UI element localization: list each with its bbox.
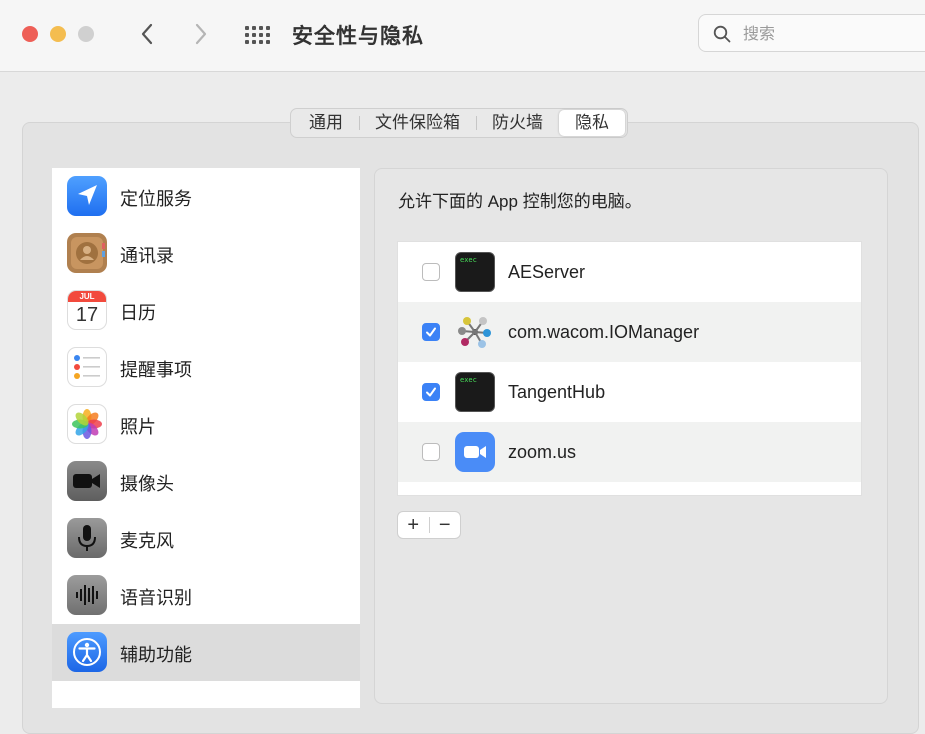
terminal-exec-icon: exec	[455, 252, 495, 292]
minimize-window-button[interactable]	[50, 26, 66, 42]
checkmark-icon	[426, 387, 436, 397]
zoom-window-button[interactable]	[78, 26, 94, 42]
search-box[interactable]	[698, 14, 925, 52]
app-name: zoom.us	[508, 442, 577, 462]
tab-privacy[interactable]: 隐私	[559, 110, 625, 136]
sidebar-item-photos[interactable]: 照片	[52, 396, 360, 453]
sidebar-item-label: 定位服务	[120, 189, 192, 209]
camera-icon	[67, 461, 107, 501]
sidebar-item-reminders[interactable]: 提醒事项	[52, 339, 360, 396]
close-window-button[interactable]	[22, 26, 38, 42]
calendar-icon: JUL 17	[67, 290, 107, 330]
calendar-day-label: 17	[75, 304, 99, 326]
tab-firewall[interactable]: 防火墙	[476, 110, 559, 136]
chevron-right-icon	[195, 23, 207, 45]
sidebar-item-calendar[interactable]: JUL 17 日历	[52, 282, 360, 339]
app-row-zoom[interactable]: zoom.us	[398, 422, 861, 482]
microphone-icon	[67, 518, 107, 558]
exec-label: exec	[460, 376, 477, 384]
photos-icon	[67, 404, 107, 444]
calendar-month-label: JUL	[68, 291, 106, 302]
app-row-aeserver[interactable]: exec AEServer	[398, 242, 861, 302]
sidebar-item-label: 辅助功能	[120, 645, 192, 665]
privacy-category-list: 定位服务 通讯录 JUL 17 日历 提醒事项 照片 摄像头 麦克风 语音识别 …	[52, 168, 360, 708]
wacom-icon	[455, 312, 495, 352]
sidebar-item-camera[interactable]: 摄像头	[52, 453, 360, 510]
checkmark-icon	[426, 327, 436, 337]
window-title: 安全性与隐私	[292, 25, 424, 48]
zoom-icon	[455, 432, 495, 472]
sidebar-item-location-services[interactable]: 定位服务	[52, 168, 360, 225]
exec-label: exec	[460, 256, 477, 264]
sidebar-item-label: 语音识别	[120, 588, 192, 608]
title-bar: 安全性与隐私	[0, 0, 925, 72]
accessibility-icon	[67, 632, 107, 672]
sidebar-item-label: 照片	[120, 417, 156, 437]
app-name: TangentHub	[508, 382, 606, 402]
app-row-wacom-iomanager[interactable]: com.wacom.IOManager	[398, 302, 861, 362]
permission-description: 允许下面的 App 控制您的电脑。	[398, 192, 642, 211]
sidebar-item-accessibility[interactable]: 辅助功能	[52, 624, 360, 681]
speech-recognition-icon	[67, 575, 107, 615]
add-app-button[interactable]: +	[398, 512, 429, 538]
search-icon	[713, 25, 731, 43]
sidebar-item-contacts[interactable]: 通讯录	[52, 225, 360, 282]
permission-checkbox[interactable]	[422, 383, 440, 401]
sidebar-item-label: 提醒事项	[120, 360, 192, 380]
show-all-button[interactable]	[243, 24, 271, 46]
sidebar-item-label: 摄像头	[120, 474, 174, 494]
remove-app-button[interactable]: −	[430, 512, 461, 538]
terminal-exec-icon: exec	[455, 372, 495, 412]
reminders-icon	[67, 347, 107, 387]
tab-filevault[interactable]: 文件保险箱	[359, 110, 476, 136]
permission-checkbox[interactable]	[422, 263, 440, 281]
sidebar-item-speech-recognition[interactable]: 语音识别	[52, 567, 360, 624]
sidebar-item-label: 日历	[120, 303, 156, 323]
sidebar-item-label: 麦克风	[120, 531, 174, 551]
sidebar-item-microphone[interactable]: 麦克风	[52, 510, 360, 567]
app-name: com.wacom.IOManager	[508, 322, 700, 342]
search-input[interactable]	[741, 23, 925, 47]
permission-checkbox[interactable]	[422, 443, 440, 461]
chevron-left-icon	[141, 23, 153, 45]
permission-checkbox[interactable]	[422, 323, 440, 341]
app-name: AEServer	[508, 262, 586, 282]
tab-bar: 通用 文件保险箱 防火墙 隐私	[290, 108, 628, 138]
tab-general[interactable]: 通用	[293, 110, 359, 136]
back-button[interactable]	[132, 18, 162, 50]
sidebar-item-label: 通讯录	[120, 246, 174, 266]
forward-button[interactable]	[186, 18, 216, 50]
app-list: exec AEServer com.wacom.IOManager exec T…	[397, 241, 862, 496]
app-row-tangenthub[interactable]: exec TangentHub	[398, 362, 861, 422]
add-remove-control: + −	[397, 511, 461, 539]
contacts-icon	[67, 233, 107, 273]
location-icon	[67, 176, 107, 216]
